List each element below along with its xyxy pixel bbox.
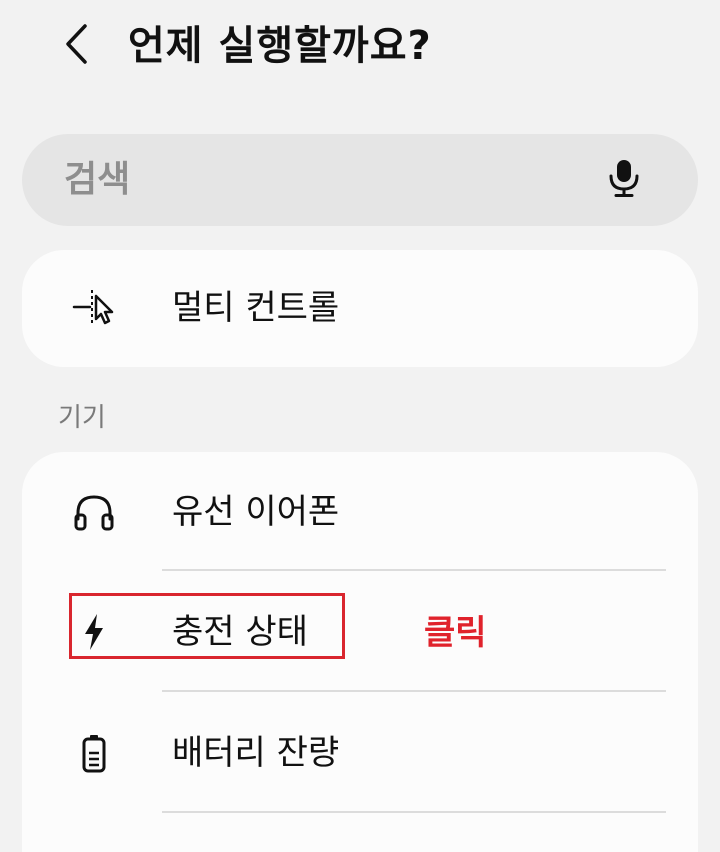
headphones-icon [72,490,116,534]
list-item-label: 멀티 컨트롤 [172,288,340,328]
cursor-pointer-icon [72,286,116,330]
list-item-label: 충전 상태 [172,612,308,652]
chevron-left-icon [63,22,89,70]
section-label-devices: 기기 [58,403,106,433]
divider [162,690,666,692]
divider [162,569,666,571]
click-annotation: 클릭 [424,613,487,653]
list-item-charging-status[interactable]: 충전 상태 [22,572,698,692]
microphone-icon [607,158,641,202]
back-button[interactable] [52,20,100,72]
list-item-multi-control[interactable]: 멀티 컨트롤 [22,248,698,368]
list-item-battery-level[interactable]: 배터리 잔량 [22,693,698,813]
search-placeholder: 검색 [64,159,131,200]
list-item-label: 배터리 잔량 [172,733,340,773]
header: 언제 실행할까요? [0,0,720,100]
battery-icon [72,731,116,775]
top-card: 멀티 컨트롤 [22,250,698,367]
lightning-bolt-icon [72,610,116,654]
list-item-wired-earphones[interactable]: 유선 이어폰 [22,452,698,572]
divider [162,811,666,813]
devices-card: 유선 이어폰 충전 상태 배터리 잔량 [22,452,698,852]
voice-search-button[interactable] [602,158,646,202]
page-title: 언제 실행할까요? [128,23,432,69]
list-item-label: 유선 이어폰 [172,492,340,532]
search-input[interactable]: 검색 [22,134,698,226]
